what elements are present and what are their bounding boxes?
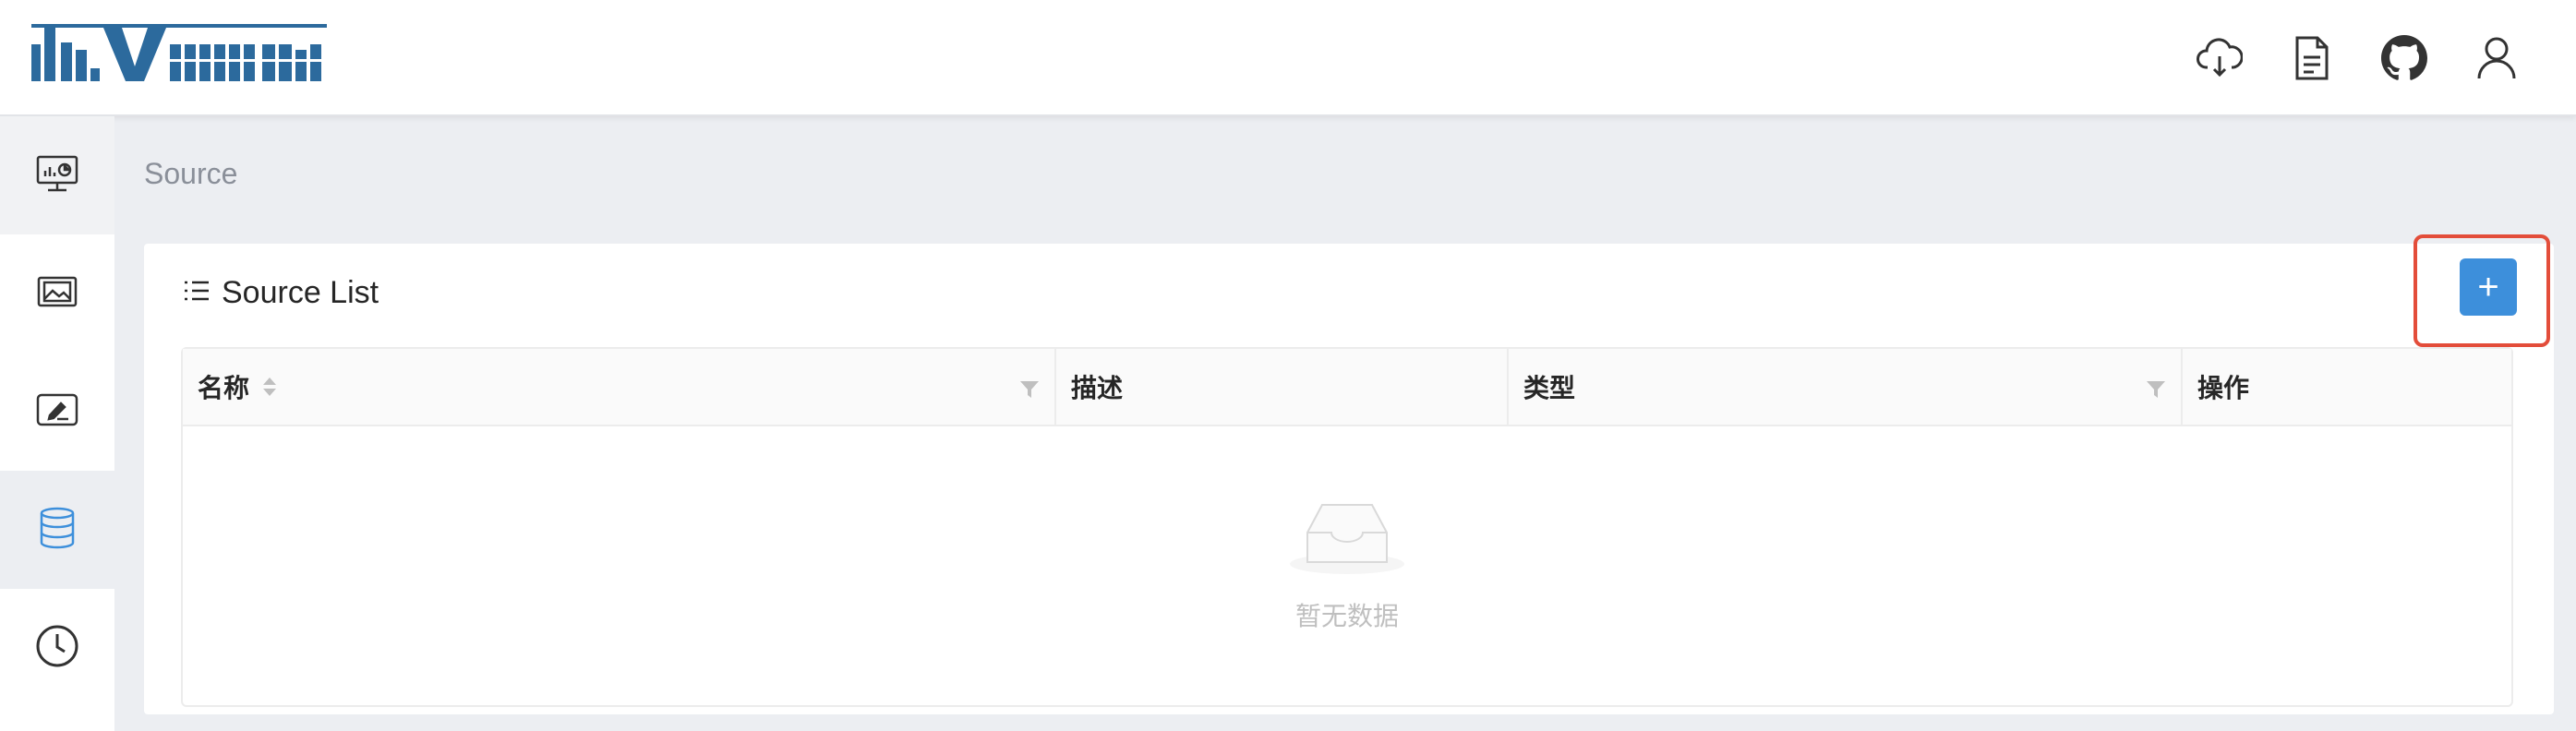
- empty-inbox-icon: [1287, 497, 1407, 580]
- column-label: 类型: [1523, 374, 1576, 402]
- add-button-highlight: +: [2413, 234, 2550, 347]
- user-icon[interactable]: [2469, 28, 2524, 89]
- source-table: 名称 描述 类型 操作 暂无数据: [181, 347, 2513, 707]
- davinci-logo[interactable]: [31, 24, 327, 91]
- list-icon: [183, 279, 211, 307]
- image-frame-icon: [36, 273, 78, 315]
- column-header-actions: 操作: [2183, 349, 2511, 425]
- column-label: 名称: [198, 374, 250, 402]
- table-header: 名称 描述 类型 操作: [183, 349, 2511, 426]
- sidebar-item-widgets[interactable]: [0, 234, 114, 353]
- card-title: Source List: [222, 275, 379, 310]
- sidebar-item-sources[interactable]: [0, 471, 114, 589]
- sidebar-item-dashboard[interactable]: [0, 116, 114, 234]
- column-label: 操作: [2197, 374, 2250, 402]
- column-header-name[interactable]: 名称: [183, 349, 1056, 425]
- github-icon[interactable]: [2377, 28, 2432, 89]
- column-label: 描述: [1071, 374, 1124, 402]
- sidebar: [0, 116, 114, 731]
- filter-icon[interactable]: [1019, 377, 1040, 406]
- edit-screen-icon: [35, 392, 79, 432]
- database-icon: [37, 506, 78, 555]
- add-source-button[interactable]: +: [2460, 258, 2517, 316]
- column-header-type[interactable]: 类型: [1509, 349, 2183, 425]
- empty-state: 暂无数据: [183, 426, 2511, 703]
- source-list-card: Source List + 名称 描述 类型 操作 暂无数据: [144, 234, 2554, 714]
- empty-text: 暂无数据: [1294, 601, 1399, 630]
- filter-icon[interactable]: [2146, 377, 2166, 406]
- document-icon[interactable]: [2284, 28, 2340, 89]
- sort-icon[interactable]: [262, 377, 277, 397]
- column-header-description: 描述: [1056, 349, 1509, 425]
- sidebar-item-views[interactable]: [0, 353, 114, 471]
- sidebar-item-schedules[interactable]: [0, 589, 114, 707]
- top-header: [0, 0, 2576, 116]
- page-title: Source: [144, 157, 238, 190]
- cloud-download-icon[interactable]: [2192, 28, 2247, 89]
- monitor-chart-icon: [35, 154, 79, 198]
- clock-icon: [34, 623, 80, 674]
